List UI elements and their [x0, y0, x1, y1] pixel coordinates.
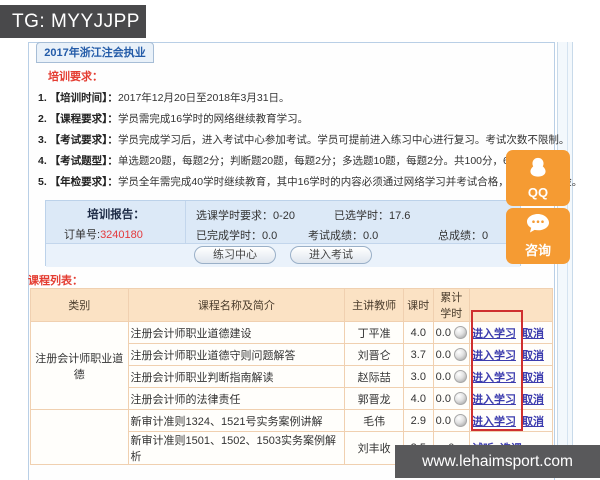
- consult-button-label: 咨询: [524, 243, 551, 258]
- order-number: 3240180: [100, 229, 143, 241]
- requirement-item: 1. 【培训时间】：2017年12月20日至2018年3月31日。: [38, 92, 290, 104]
- site-url-watermark: www.lehaimsport.com: [395, 445, 600, 478]
- course-hours: 4.0: [402, 387, 434, 410]
- header-teacher: 主讲教师: [344, 288, 404, 322]
- requirement-item: 5. 【年检要求】：学员全年需完成40学时继续教育，其中16学时的内容必须通过网…: [38, 176, 583, 188]
- qq-button[interactable]: QQ: [506, 150, 570, 206]
- side-buttons: QQ 咨询: [506, 150, 570, 266]
- table-row: 注册会计师职业道德 注册会计师职业道德建设 丁平准 4.0 0.0 进入学习 取消: [30, 321, 554, 410]
- report-title: 培训报告：: [87, 209, 145, 221]
- consult-button[interactable]: 咨询: [506, 208, 570, 264]
- practice-center-button[interactable]: 练习中心: [194, 246, 276, 264]
- requirement-item: 3. 【考试要求】：学员完成学习后，进入考试中心参加考试。学员可提前进入练习中心…: [38, 134, 570, 146]
- qq-button-label: QQ: [527, 185, 549, 200]
- requirement-item: 2. 【课程要求】：学员需完成16学时的网络继续教育学习。: [38, 113, 309, 125]
- requirement-item: 4. 【考试题型】：单选题20题，每题2分；判断题20题，每题2分；多选题10题…: [38, 155, 557, 167]
- course-name: 注册会计师的法律责任: [127, 387, 346, 410]
- teacher-name: 赵际喆: [344, 365, 404, 388]
- course-name: 注册会计师职业道德守则问题解答: [127, 343, 346, 366]
- requirements-title: 培训要求：: [48, 71, 103, 83]
- stat-selected-hours: 已选学时：17.6: [334, 210, 411, 222]
- course-hours: 3.0: [402, 365, 434, 388]
- stat-exam-score: 考试成绩：0.0: [308, 230, 379, 242]
- cancel-link[interactable]: 取消: [522, 372, 544, 384]
- header-hours: 课时: [402, 288, 434, 322]
- course-hours: 4.0: [402, 321, 434, 344]
- header-course-name: 课程名称及简介: [127, 288, 346, 322]
- training-report-box: 培训报告： 订单号:3240180 选课学时要求：0-20 已选学时：17.6 …: [45, 200, 521, 267]
- course-name: 新审计准则1501、1502、1503实务案例解析: [127, 431, 346, 465]
- report-left-cell: 培训报告： 订单号:3240180: [46, 201, 186, 243]
- page: 2017年浙江注会执业 培训要求： 1. 【培训时间】：2017年12月20日至…: [0, 0, 600, 480]
- cancel-link[interactable]: 取消: [522, 350, 544, 362]
- enter-study-link[interactable]: 进入学习: [472, 416, 516, 428]
- course-table: 类别 课程名称及简介 主讲教师 课时 累计学时 注册会计师职业道德 注册会计师职…: [30, 288, 554, 465]
- accum-hours: 0.0: [435, 414, 451, 427]
- cancel-link[interactable]: 取消: [522, 394, 544, 406]
- category-cell-empty: [30, 409, 129, 465]
- tab-2017-zhejiang-cpa[interactable]: 2017年浙江注会执业: [36, 42, 154, 63]
- teacher-name: 郭晋龙: [344, 387, 404, 410]
- qq-penguin-icon: [526, 156, 550, 183]
- course-hours: 3.7: [402, 343, 434, 366]
- progress-orb-icon: [453, 414, 467, 427]
- stat-completed-hours: 已完成学时：0.0: [196, 230, 278, 242]
- table-header-row: 类别 课程名称及简介 主讲教师 课时 累计学时: [30, 288, 554, 322]
- cancel-link[interactable]: 取消: [522, 328, 544, 340]
- order-number-row: 订单号:3240180: [64, 229, 143, 241]
- report-button-bar: 练习中心 进入考试: [46, 243, 520, 267]
- enter-exam-button[interactable]: 进入考试: [290, 246, 372, 264]
- header-actions: [468, 288, 554, 322]
- course-name: 注册会计师职业判断指南解读: [127, 365, 346, 388]
- progress-orb-icon: [453, 370, 467, 383]
- cancel-link[interactable]: 取消: [522, 416, 544, 428]
- progress-orb-icon: [453, 392, 467, 405]
- accum-hours: 0.0: [435, 326, 451, 339]
- enter-study-link[interactable]: 进入学习: [472, 328, 516, 340]
- tg-watermark: TG: MYYJJPP: [0, 5, 146, 38]
- chat-bubble-icon: [525, 213, 551, 238]
- accum-hours: 0.0: [435, 370, 451, 383]
- table-row: 新审计准则1324、1521号实务案例讲解 毛伟 2.9 0.0 进入学习 取消: [30, 409, 554, 465]
- progress-orb-icon: [453, 326, 467, 339]
- course-list-title: 课程列表：: [28, 275, 83, 287]
- enter-study-link[interactable]: 进入学习: [472, 350, 516, 362]
- requirements-list: 1. 【培训时间】：2017年12月20日至2018年3月31日。 2. 【课程…: [38, 88, 582, 193]
- teacher-name: 毛伟: [344, 409, 404, 432]
- course-name: 注册会计师职业道德建设: [127, 321, 346, 344]
- teacher-name: 丁平准: [344, 321, 404, 344]
- category-cell: 注册会计师职业道德: [30, 321, 129, 410]
- enter-study-link[interactable]: 进入学习: [472, 394, 516, 406]
- header-accum-hours: 累计学时: [432, 288, 470, 322]
- accum-hours: 0.0: [435, 348, 451, 361]
- header-category: 类别: [30, 288, 129, 322]
- progress-orb-icon: [453, 348, 467, 361]
- accum-hours: 0.0: [435, 392, 451, 405]
- course-name: 新审计准则1324、1521号实务案例讲解: [127, 409, 346, 432]
- stat-total-score: 总成绩：0: [438, 230, 489, 242]
- course-hours: 2.9: [402, 409, 434, 432]
- teacher-name: 刘晋仑: [344, 343, 404, 366]
- stat-required-hours: 选课学时要求：0-20: [196, 210, 296, 222]
- enter-study-link[interactable]: 进入学习: [472, 372, 516, 384]
